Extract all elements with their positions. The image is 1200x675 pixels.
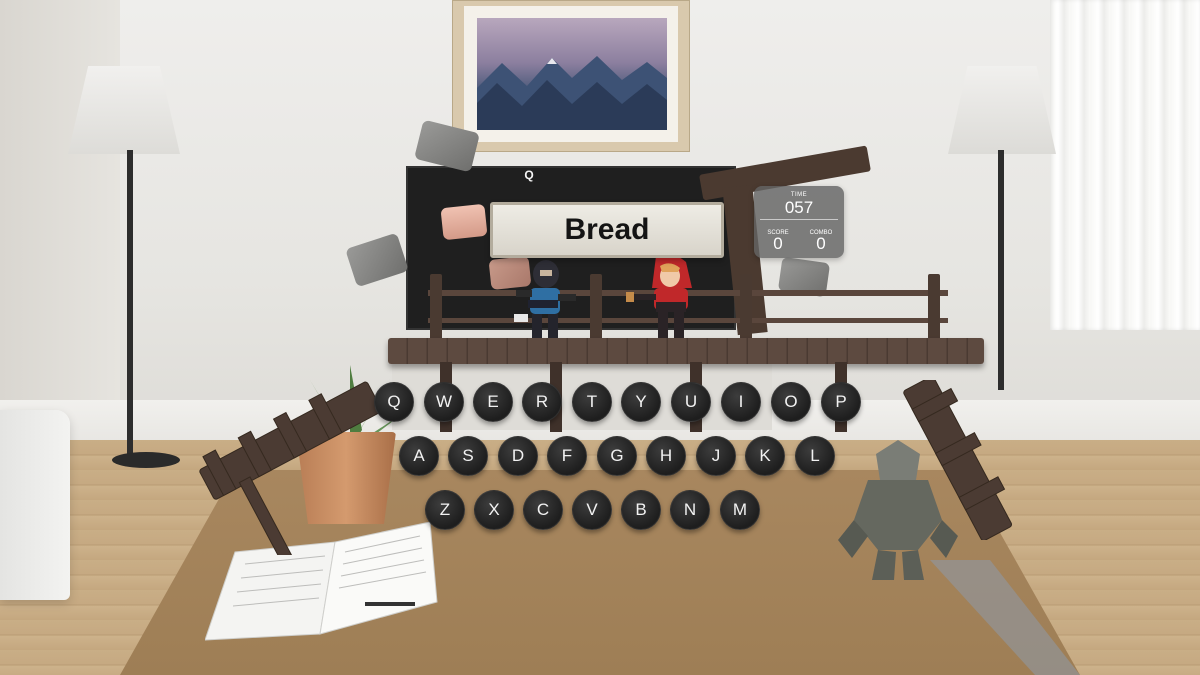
bridge-post xyxy=(430,274,442,340)
floor-lamp-pole-right xyxy=(998,150,1004,390)
bridge-post xyxy=(928,274,940,340)
key-d[interactable]: D xyxy=(498,436,538,476)
stone-golem xyxy=(838,440,958,580)
key-u[interactable]: U xyxy=(671,382,711,422)
key-l[interactable]: L xyxy=(795,436,835,476)
key-p[interactable]: P xyxy=(821,382,861,422)
key-v[interactable]: V xyxy=(572,490,612,530)
key-b[interactable]: B xyxy=(621,490,661,530)
key-o[interactable]: O xyxy=(771,382,811,422)
key-j[interactable]: J xyxy=(696,436,736,476)
key-q[interactable]: Q xyxy=(374,382,414,422)
key-k[interactable]: K xyxy=(745,436,785,476)
floating-key-block xyxy=(440,203,488,241)
target-word-sign: Bread xyxy=(490,202,724,258)
key-n[interactable]: N xyxy=(670,490,710,530)
target-word: Bread xyxy=(564,213,650,246)
key-w[interactable]: W xyxy=(424,382,464,422)
key-t[interactable]: T xyxy=(572,382,612,422)
hud-divider xyxy=(760,219,838,220)
key-y[interactable]: Y xyxy=(621,382,661,422)
score-panel: TIME 057 SCORE 0 COMBO 0 xyxy=(754,186,844,258)
bridge-post xyxy=(590,274,602,340)
mountain-painting xyxy=(477,18,667,130)
player-ninja xyxy=(514,260,576,338)
score-value: 0 xyxy=(773,234,783,253)
floor-lamp-base-left xyxy=(112,452,180,468)
combo-value: 0 xyxy=(816,234,826,253)
key-h[interactable]: H xyxy=(646,436,686,476)
window-curtain xyxy=(1050,0,1200,330)
key-x[interactable]: X xyxy=(474,490,514,530)
key-e[interactable]: E xyxy=(473,382,513,422)
key-f[interactable]: F xyxy=(547,436,587,476)
key-m[interactable]: M xyxy=(720,490,760,530)
sofa xyxy=(0,410,70,600)
enemy-red-hood xyxy=(626,254,692,338)
broken-bridge-left xyxy=(199,381,382,555)
mixed-reality-scene: Q Bread TIME 057 SCORE 0 COMBO 0 Q W E R… xyxy=(0,0,1200,675)
key-a[interactable]: A xyxy=(399,436,439,476)
key-z[interactable]: Z xyxy=(425,490,465,530)
key-s[interactable]: S xyxy=(448,436,488,476)
floating-key-letter: Q xyxy=(524,168,534,182)
key-r[interactable]: R xyxy=(522,382,562,422)
bridge-post xyxy=(740,274,752,340)
time-value: 057 xyxy=(784,198,814,217)
key-i[interactable]: I xyxy=(721,382,761,422)
key-g[interactable]: G xyxy=(597,436,637,476)
floor-lamp-pole-left xyxy=(127,150,133,455)
key-c[interactable]: C xyxy=(523,490,563,530)
